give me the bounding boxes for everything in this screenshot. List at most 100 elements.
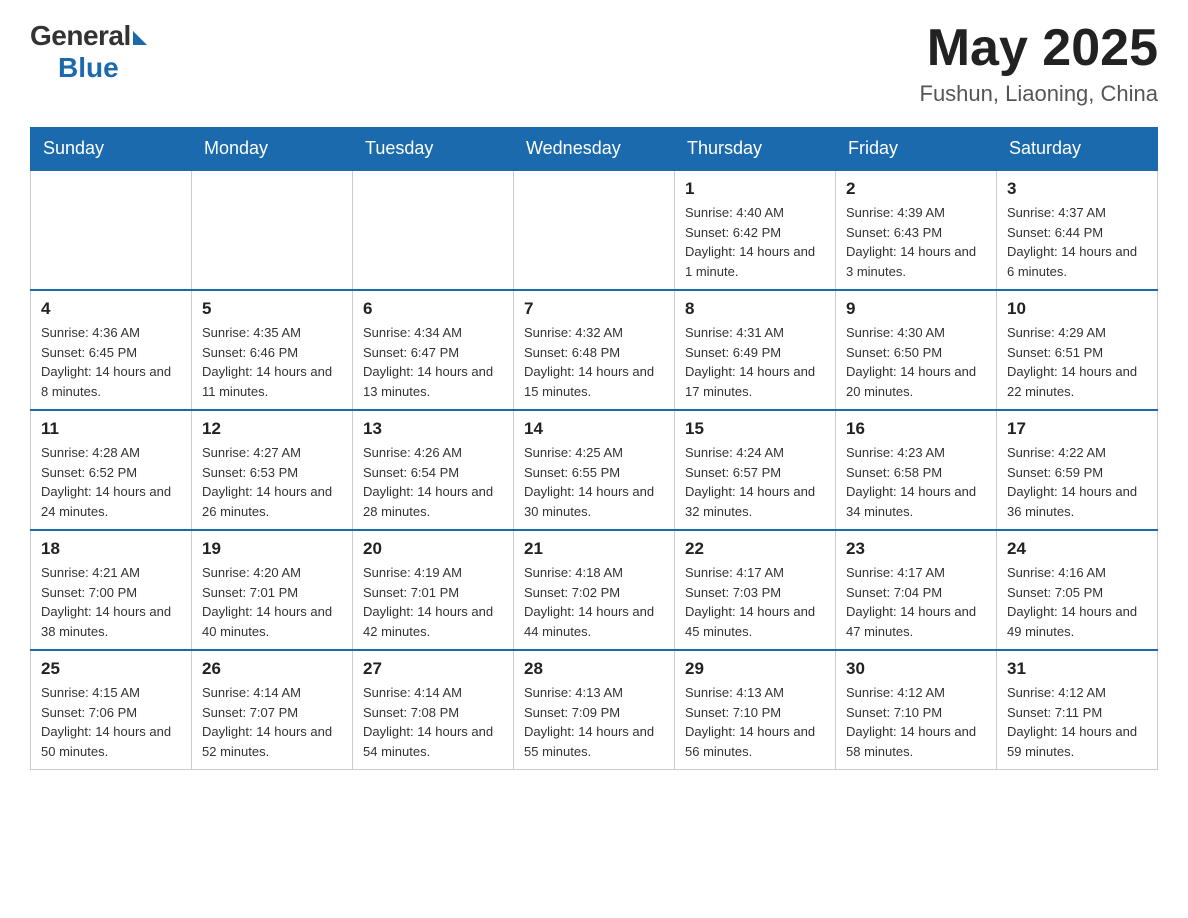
calendar-table: SundayMondayTuesdayWednesdayThursdayFrid… [30,127,1158,770]
calendar-week-row: 4Sunrise: 4:36 AMSunset: 6:45 PMDaylight… [31,290,1158,410]
calendar-day-cell: 22Sunrise: 4:17 AMSunset: 7:03 PMDayligh… [675,530,836,650]
day-number: 31 [1007,659,1147,679]
title-block: May 2025 Fushun, Liaoning, China [920,20,1159,107]
day-number: 27 [363,659,503,679]
calendar-day-cell: 6Sunrise: 4:34 AMSunset: 6:47 PMDaylight… [353,290,514,410]
day-info: Sunrise: 4:22 AMSunset: 6:59 PMDaylight:… [1007,443,1147,521]
day-number: 9 [846,299,986,319]
day-number: 1 [685,179,825,199]
calendar-day-cell: 30 Sunrise: 4:12 AMSunset: 7:10 PMDayligh… [836,650,997,770]
day-info: Sunrise: 4:26 AMSunset: 6:54 PMDaylight:… [363,443,503,521]
calendar-day-cell: 23 Sunrise: 4:17 AMSunset: 7:04 PMDayligh… [836,530,997,650]
calendar-week-row: 18Sunrise: 4:21 AMSunset: 7:00 PMDayligh… [31,530,1158,650]
logo: General Blue [30,20,147,84]
calendar-week-row: 25Sunrise: 4:15 AMSunset: 7:06 PMDayligh… [31,650,1158,770]
calendar-day-cell: 3 Sunrise: 4:37 AMSunset: 6:44 PMDaylight… [997,170,1158,290]
day-number: 25 [41,659,181,679]
day-info: Sunrise: 4:14 AMSunset: 7:08 PMDaylight:… [363,683,503,761]
day-info: Sunrise: 4:17 AMSunset: 7:04 PMDaylight:… [846,563,986,641]
day-info: Sunrise: 4:19 AMSunset: 7:01 PMDaylight:… [363,563,503,641]
day-info: Sunrise: 4:29 AMSunset: 6:51 PMDaylight:… [1007,323,1147,401]
day-info: Sunrise: 4:39 AMSunset: 6:43 PMDaylight:… [846,203,986,281]
calendar-day-cell: 31Sunrise: 4:12 AMSunset: 7:11 PMDayligh… [997,650,1158,770]
calendar-day-cell: 26 Sunrise: 4:14 AMSunset: 7:07 PMDayligh… [192,650,353,770]
calendar-day-cell: 24Sunrise: 4:16 AMSunset: 7:05 PMDayligh… [997,530,1158,650]
logo-arrow-icon [133,31,147,45]
calendar-day-cell: 17 Sunrise: 4:22 AMSunset: 6:59 PMDayligh… [997,410,1158,530]
day-info: Sunrise: 4:17 AMSunset: 7:03 PMDaylight:… [685,563,825,641]
month-year-title: May 2025 [920,20,1159,77]
day-info: Sunrise: 4:20 AMSunset: 7:01 PMDaylight:… [202,563,342,641]
calendar-day-cell: 19 Sunrise: 4:20 AMSunset: 7:01 PMDayligh… [192,530,353,650]
day-info: Sunrise: 4:27 AMSunset: 6:53 PMDaylight:… [202,443,342,521]
day-info: Sunrise: 4:28 AMSunset: 6:52 PMDaylight:… [41,443,181,521]
page-header: General Blue May 2025 Fushun, Liaoning, … [30,20,1158,107]
day-info: Sunrise: 4:32 AMSunset: 6:48 PMDaylight:… [524,323,664,401]
calendar-day-cell: 14Sunrise: 4:25 AMSunset: 6:55 PMDayligh… [514,410,675,530]
day-info: Sunrise: 4:40 AMSunset: 6:42 PMDaylight:… [685,203,825,281]
logo-blue-text: Blue [58,52,119,84]
day-number: 17 [1007,419,1147,439]
day-info: Sunrise: 4:13 AMSunset: 7:10 PMDaylight:… [685,683,825,761]
calendar-day-cell: 18Sunrise: 4:21 AMSunset: 7:00 PMDayligh… [31,530,192,650]
calendar-day-cell: 8Sunrise: 4:31 AMSunset: 6:49 PMDaylight… [675,290,836,410]
calendar-day-cell [31,170,192,290]
day-number: 10 [1007,299,1147,319]
day-number: 21 [524,539,664,559]
weekday-header-wednesday: Wednesday [514,128,675,171]
location-subtitle: Fushun, Liaoning, China [920,81,1159,107]
day-number: 19 [202,539,342,559]
calendar-day-cell: 4Sunrise: 4:36 AMSunset: 6:45 PMDaylight… [31,290,192,410]
day-number: 5 [202,299,342,319]
calendar-week-row: 11 Sunrise: 4:28 AMSunset: 6:52 PMDayligh… [31,410,1158,530]
day-info: Sunrise: 4:14 AMSunset: 7:07 PMDaylight:… [202,683,342,761]
day-info: Sunrise: 4:23 AMSunset: 6:58 PMDaylight:… [846,443,986,521]
calendar-day-cell: 28Sunrise: 4:13 AMSunset: 7:09 PMDayligh… [514,650,675,770]
day-info: Sunrise: 4:31 AMSunset: 6:49 PMDaylight:… [685,323,825,401]
calendar-day-cell: 12 Sunrise: 4:27 AMSunset: 6:53 PMDayligh… [192,410,353,530]
calendar-day-cell: 29 Sunrise: 4:13 AMSunset: 7:10 PMDayligh… [675,650,836,770]
calendar-day-cell: 20Sunrise: 4:19 AMSunset: 7:01 PMDayligh… [353,530,514,650]
calendar-day-cell [514,170,675,290]
day-number: 2 [846,179,986,199]
calendar-day-cell: 15 Sunrise: 4:24 AMSunset: 6:57 PMDayligh… [675,410,836,530]
day-number: 18 [41,539,181,559]
day-info: Sunrise: 4:36 AMSunset: 6:45 PMDaylight:… [41,323,181,401]
calendar-day-cell: 11 Sunrise: 4:28 AMSunset: 6:52 PMDayligh… [31,410,192,530]
calendar-day-cell [353,170,514,290]
weekday-header-friday: Friday [836,128,997,171]
calendar-day-cell: 16Sunrise: 4:23 AMSunset: 6:58 PMDayligh… [836,410,997,530]
calendar-day-cell: 25Sunrise: 4:15 AMSunset: 7:06 PMDayligh… [31,650,192,770]
calendar-day-cell [192,170,353,290]
calendar-day-cell: 5 Sunrise: 4:35 AMSunset: 6:46 PMDaylight… [192,290,353,410]
weekday-header-tuesday: Tuesday [353,128,514,171]
calendar-day-cell: 2 Sunrise: 4:39 AMSunset: 6:43 PMDaylight… [836,170,997,290]
day-number: 6 [363,299,503,319]
calendar-day-cell: 7 Sunrise: 4:32 AMSunset: 6:48 PMDaylight… [514,290,675,410]
calendar-day-cell: 1 Sunrise: 4:40 AMSunset: 6:42 PMDaylight… [675,170,836,290]
day-info: Sunrise: 4:12 AMSunset: 7:10 PMDaylight:… [846,683,986,761]
day-number: 12 [202,419,342,439]
day-number: 30 [846,659,986,679]
calendar-header-row: SundayMondayTuesdayWednesdayThursdayFrid… [31,128,1158,171]
day-info: Sunrise: 4:18 AMSunset: 7:02 PMDaylight:… [524,563,664,641]
day-info: Sunrise: 4:16 AMSunset: 7:05 PMDaylight:… [1007,563,1147,641]
day-number: 15 [685,419,825,439]
day-number: 14 [524,419,664,439]
weekday-header-thursday: Thursday [675,128,836,171]
calendar-day-cell: 27 Sunrise: 4:14 AMSunset: 7:08 PMDayligh… [353,650,514,770]
day-number: 26 [202,659,342,679]
day-info: Sunrise: 4:13 AMSunset: 7:09 PMDaylight:… [524,683,664,761]
weekday-header-monday: Monday [192,128,353,171]
weekday-header-sunday: Sunday [31,128,192,171]
day-info: Sunrise: 4:35 AMSunset: 6:46 PMDaylight:… [202,323,342,401]
calendar-week-row: 1 Sunrise: 4:40 AMSunset: 6:42 PMDaylight… [31,170,1158,290]
day-number: 3 [1007,179,1147,199]
day-number: 7 [524,299,664,319]
day-info: Sunrise: 4:37 AMSunset: 6:44 PMDaylight:… [1007,203,1147,281]
day-number: 23 [846,539,986,559]
calendar-day-cell: 10 Sunrise: 4:29 AMSunset: 6:51 PMDayligh… [997,290,1158,410]
day-info: Sunrise: 4:24 AMSunset: 6:57 PMDaylight:… [685,443,825,521]
day-number: 11 [41,419,181,439]
day-number: 29 [685,659,825,679]
